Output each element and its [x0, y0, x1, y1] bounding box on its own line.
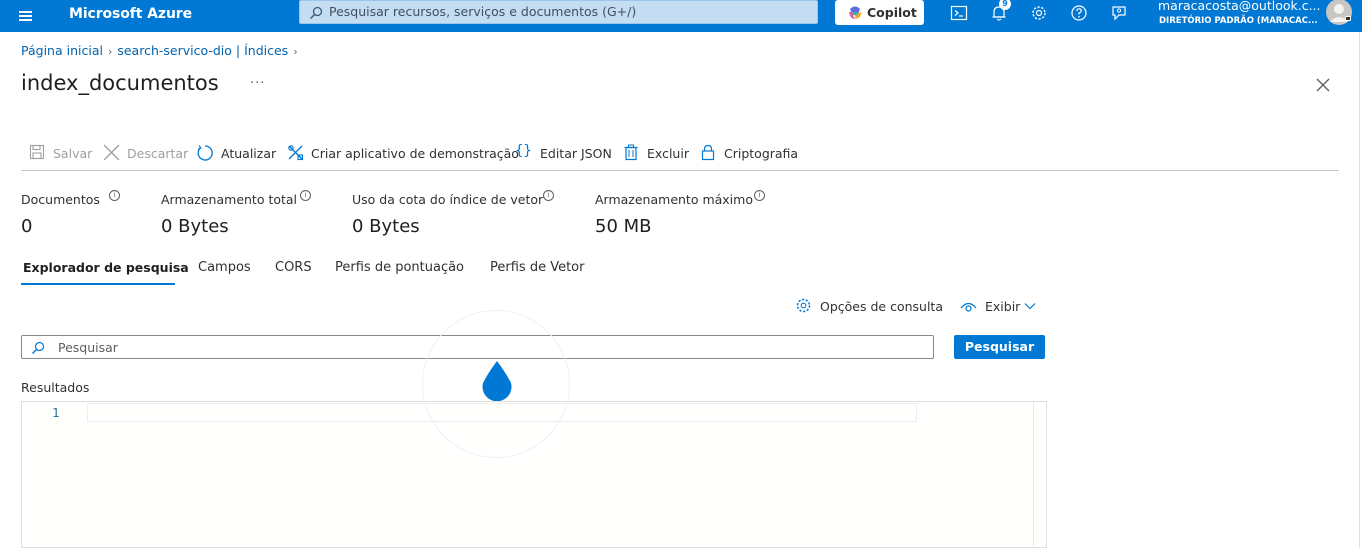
demo-app-icon [288, 145, 304, 161]
tab-fields[interactable]: Campos [198, 260, 251, 275]
results-label: Resultados [21, 380, 90, 395]
save-icon [29, 144, 45, 160]
close-icon[interactable] [1315, 77, 1331, 93]
tab-vector-profiles[interactable]: Perfis de Vetor [490, 260, 584, 275]
stat-documents: Documentos 0 [21, 192, 100, 237]
tab-search-explorer[interactable]: Explorador de pesquisa [23, 260, 189, 275]
trash-icon [624, 144, 638, 161]
breadcrumb-home[interactable]: Página inicial [21, 43, 103, 58]
delete-button[interactable]: Excluir [623, 142, 689, 166]
search-placeholder: Pesquisar [58, 340, 118, 355]
avatar[interactable] [1325, 0, 1355, 26]
refresh-icon [197, 145, 213, 161]
lock-icon [701, 144, 715, 161]
encryption-button[interactable]: Criptografia [700, 142, 799, 166]
stat-value: 0 Bytes [352, 216, 420, 237]
hamburger-icon[interactable] [12, 4, 38, 28]
json-braces-icon: {} [515, 143, 532, 159]
refresh-button[interactable]: Atualizar [196, 142, 276, 166]
cloud-shell-button[interactable] [941, 0, 975, 28]
chevron-down-icon [1024, 303, 1036, 310]
copilot-button[interactable]: Copilot [835, 0, 924, 25]
help-button[interactable] [1061, 0, 1095, 28]
search-icon [310, 6, 323, 19]
stat-label: Uso da cota do índice de vetor [352, 192, 544, 207]
save-button[interactable]: Salvar [29, 142, 93, 166]
search-button[interactable]: Pesquisar [954, 335, 1045, 359]
info-icon[interactable]: i [300, 190, 311, 201]
create-demo-app-label: Criar aplicativo de demonstração [311, 146, 519, 161]
global-search-placeholder: Pesquisar recursos, serviços e documento… [329, 4, 637, 19]
stat-label: Armazenamento máximo [595, 192, 753, 207]
copilot-icon [849, 6, 862, 19]
chevron-right-icon: › [107, 45, 113, 58]
stat-value: 0 [21, 216, 33, 237]
top-navigation-bar: Microsoft Azure Pesquisar recursos, serv… [0, 0, 1362, 32]
search-icon [32, 341, 45, 354]
refresh-label: Atualizar [221, 146, 277, 161]
info-icon[interactable]: i [543, 190, 554, 201]
discard-icon [103, 144, 120, 161]
edit-json-label: Editar JSON [540, 146, 612, 161]
breadcrumb-service-indexes[interactable]: search-servico-dio | Índices [117, 43, 288, 58]
active-tab-indicator [21, 283, 175, 285]
stat-value: 0 Bytes [161, 216, 229, 237]
blade-content: Página inicial › search-servico-dio | Índi… [0, 32, 1360, 548]
line-number: 1 [52, 405, 60, 420]
settings-button[interactable] [1021, 0, 1055, 28]
page-title: index_documentos [21, 71, 219, 95]
query-options-label: Opções de consulta [820, 299, 943, 314]
create-demo-app-button[interactable]: Criar aplicativo de demonstração [287, 142, 519, 166]
delete-label: Excluir [647, 146, 689, 161]
stat-label: Documentos [21, 192, 100, 207]
tab-scoring-profiles[interactable]: Perfis de pontuação [335, 260, 464, 275]
stat-label: Armazenamento total [161, 192, 298, 207]
stat-max-storage: Armazenamento máximo 50 MB [595, 192, 753, 237]
feedback-icon [1112, 6, 1126, 21]
command-bar: Salvar Descartar Atualizar Criar aplicat… [21, 141, 1339, 171]
stat-value: 50 MB [595, 216, 652, 237]
loading-drop-icon [482, 361, 512, 401]
account-menu[interactable]: maracacosta@outlook.c... DIRETÓRIO PADRÃ… [1158, 0, 1322, 32]
cloud-shell-icon [950, 5, 968, 21]
more-actions-button[interactable]: ··· [250, 76, 265, 91]
discard-label: Descartar [127, 146, 189, 161]
info-icon[interactable]: i [109, 190, 120, 201]
help-icon [1071, 5, 1087, 21]
stat-total-storage: Armazenamento total 0 Bytes [161, 192, 298, 237]
gear-icon [796, 298, 811, 313]
edit-json-button[interactable]: {} Editar JSON [515, 142, 612, 166]
chevron-right-icon: › [293, 45, 298, 58]
editor-scrollbar[interactable] [1033, 402, 1047, 548]
gear-icon [1032, 6, 1046, 20]
loading-indicator [422, 310, 570, 458]
discard-button[interactable]: Descartar [102, 142, 188, 166]
info-icon[interactable]: i [754, 190, 765, 201]
notification-count-badge: 9 [999, 0, 1011, 10]
view-label: Exibir [985, 299, 1021, 314]
breadcrumb: Página inicial › search-servico-dio | Índi… [21, 43, 303, 58]
brand-title[interactable]: Microsoft Azure [69, 4, 192, 23]
eye-icon [960, 302, 977, 312]
global-search-input[interactable]: Pesquisar recursos, serviços e documento… [299, 0, 818, 24]
account-directory: DIRETÓRIO PADRÃO (MARACAC... [1159, 16, 1318, 26]
encryption-label: Criptografia [724, 146, 799, 161]
save-label: Salvar [53, 146, 93, 161]
notifications-button[interactable]: 9 [981, 0, 1015, 28]
tab-cors[interactable]: CORS [275, 260, 312, 275]
stat-vector-quota: Uso da cota do índice de vetor 0 Bytes [352, 192, 544, 237]
account-email: maracacosta@outlook.c... [1158, 0, 1321, 13]
copilot-label: Copilot [867, 5, 917, 20]
feedback-button[interactable] [1101, 0, 1135, 28]
